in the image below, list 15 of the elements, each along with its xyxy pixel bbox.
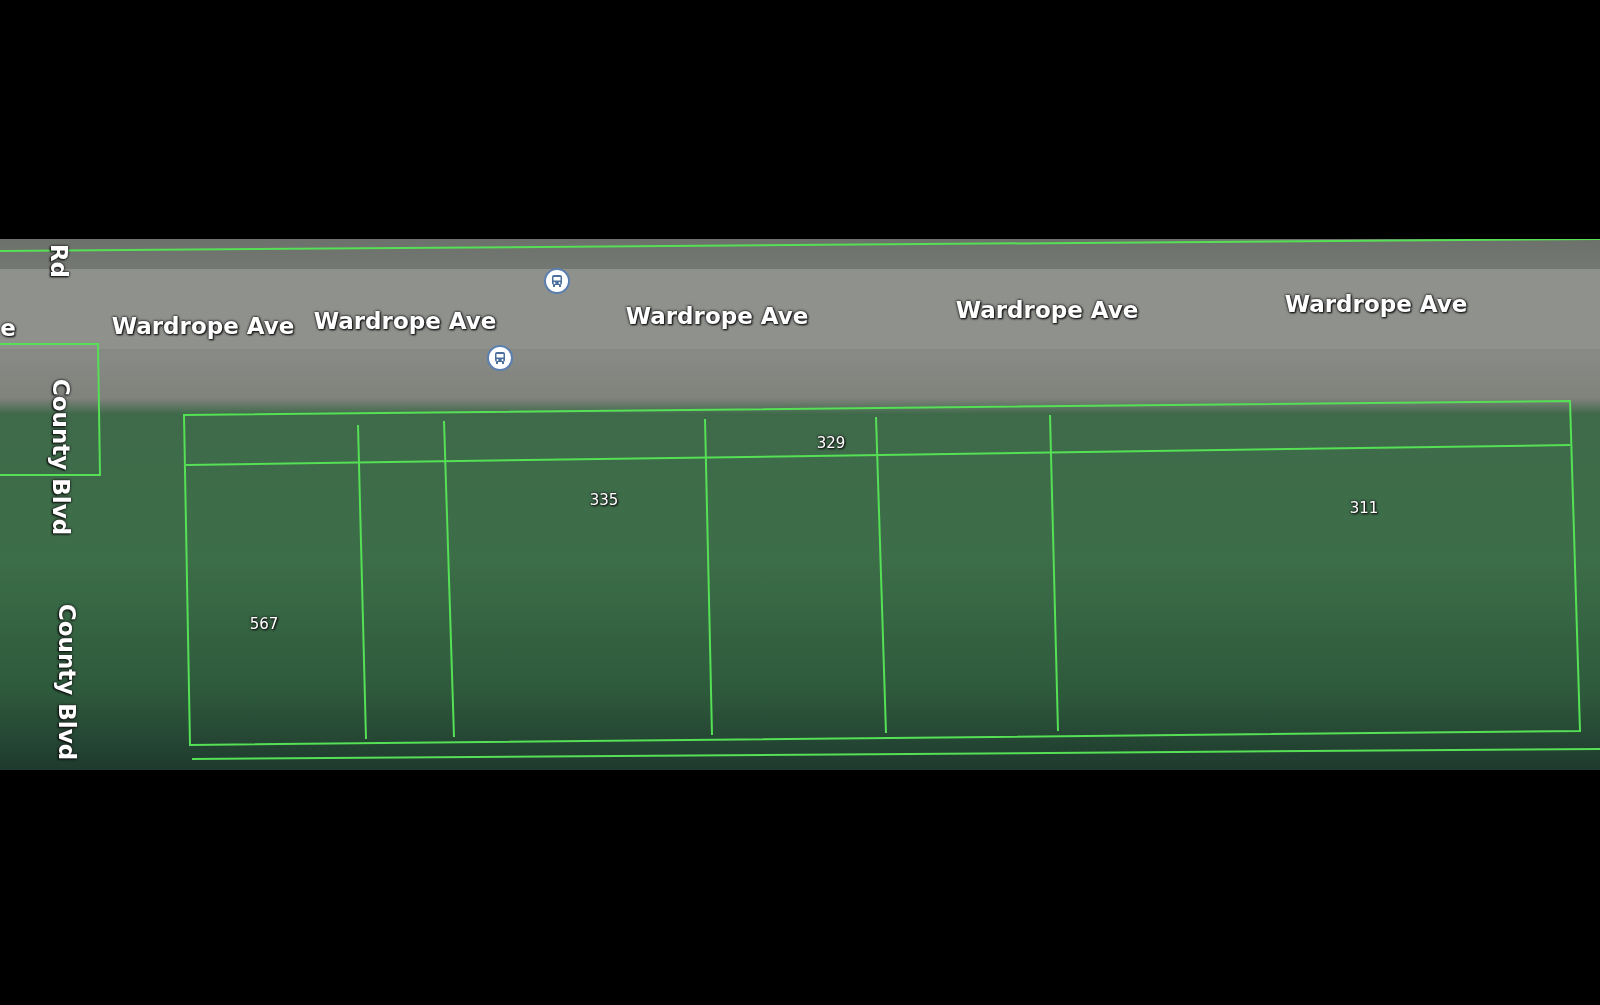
street-label: County Blvd (54, 603, 80, 761)
lot-number: 335 (589, 491, 619, 509)
bus-icon (493, 351, 507, 365)
street-label: Wardrope Ave (625, 303, 809, 329)
bus-icon (550, 274, 564, 288)
street-label: Wardrope Ave (111, 313, 295, 339)
street-label: e (0, 315, 16, 341)
street-label: County Blvd (48, 378, 74, 536)
street-label: Wardrope Ave (1284, 291, 1468, 317)
street-label: Wardrope Ave (313, 308, 497, 334)
lot-number: 311 (1349, 499, 1379, 517)
lot-number: 329 (816, 434, 846, 452)
lot-number: 567 (249, 615, 279, 633)
street-label: Wardrope Ave (955, 297, 1139, 323)
street-label: Rd (46, 243, 72, 279)
